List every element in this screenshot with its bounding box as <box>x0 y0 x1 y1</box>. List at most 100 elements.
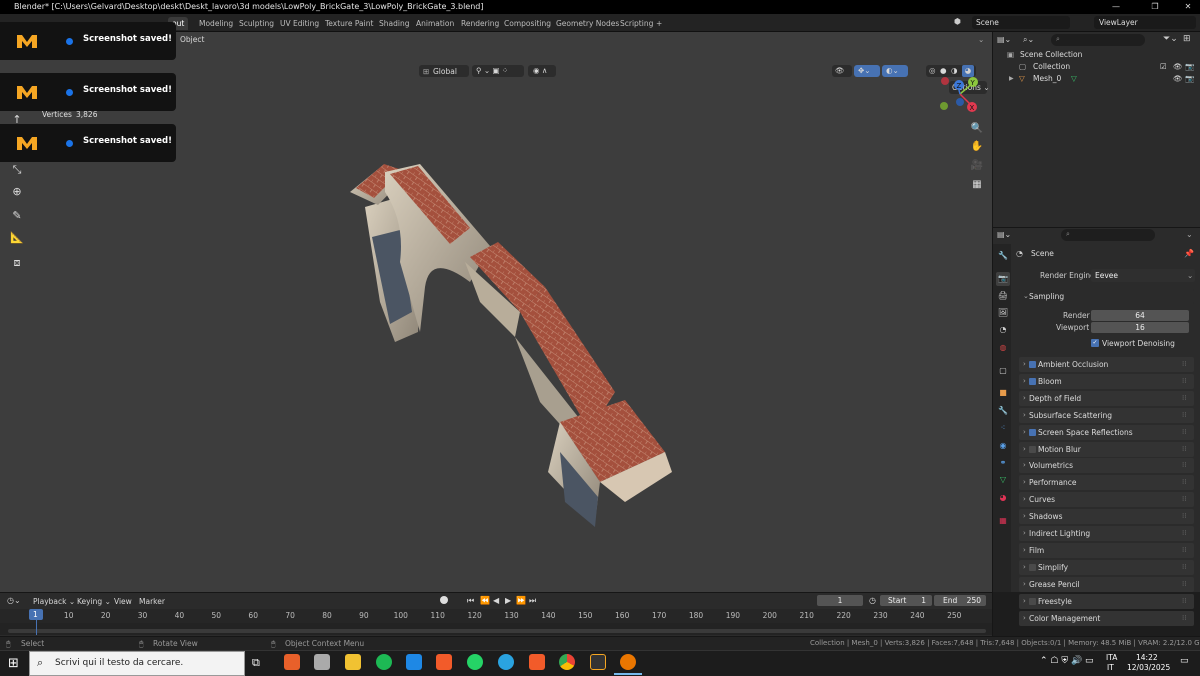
clock-date[interactable]: 12/03/2025 <box>1127 663 1170 672</box>
properties-editor-type-icon[interactable]: ▤⌄ <box>997 230 1021 241</box>
tab-rendering[interactable]: Rendering <box>457 17 503 30</box>
pan-hand-icon[interactable]: ✋ <box>968 138 986 156</box>
new-collection-icon[interactable]: ⊞ <box>1183 34 1191 44</box>
gizmo-toggle[interactable]: ✥⌄ <box>854 65 880 77</box>
tab-shading[interactable]: Shading <box>375 17 413 30</box>
object-menu[interactable]: Object <box>180 35 204 44</box>
eye-icon[interactable]: 👁 <box>1173 73 1183 85</box>
section-checkbox[interactable] <box>1029 445 1036 453</box>
tab-geometry-nodes[interactable]: Geometry Nodes <box>552 17 623 30</box>
language-top[interactable]: ITA <box>1106 653 1117 662</box>
panel-curves[interactable]: › Curves ⁞⁞ <box>1019 492 1194 508</box>
jump-start-icon[interactable]: ⏮ <box>467 596 474 606</box>
drag-handle-icon[interactable]: ⁞⁞ <box>1182 509 1186 524</box>
pin-icon[interactable]: 📌 <box>1184 249 1194 258</box>
clock-time[interactable]: 14:22 <box>1136 653 1158 662</box>
object-tab-icon[interactable]: ■ <box>996 386 1010 400</box>
expand-arrow-icon[interactable]: ▶ <box>1009 73 1014 85</box>
shading-dropdown-icon[interactable]: ⌄ <box>978 35 984 44</box>
drag-handle-icon[interactable]: ⁞⁞ <box>1182 492 1186 507</box>
jump-end-icon[interactable]: ⏭ <box>529 596 536 606</box>
render-tab-icon[interactable]: 📷 <box>996 272 1010 286</box>
outliner-row-scene-collection[interactable]: ▣ Scene Collection <box>995 49 1198 61</box>
world-tab-icon[interactable]: ◍ <box>996 341 1010 355</box>
collection-tab-icon[interactable]: ▢ <box>996 364 1010 378</box>
physics-tab-icon[interactable]: ◉ <box>996 439 1010 453</box>
play-icon[interactable]: ▶ <box>505 596 511 605</box>
render-camera-icon[interactable]: 📷 <box>1185 73 1194 85</box>
telegram-icon[interactable] <box>498 654 514 670</box>
gizmo-neg-x[interactable] <box>941 77 949 85</box>
panel-motion-blur[interactable]: › Motion Blur ⁞⁞ <box>1019 441 1194 457</box>
visibility-dropdown[interactable]: 👁 <box>832 65 852 77</box>
close-window-button[interactable]: ✕ <box>1176 0 1200 14</box>
data-tab-icon[interactable]: ▽ <box>996 473 1010 487</box>
tool-tab-icon[interactable]: 🔧 <box>996 249 1010 263</box>
outliner-row-mesh[interactable]: ▶ ▽ Mesh_0 ▽ 👁 📷 <box>995 73 1198 85</box>
system-tray-icons[interactable]: ⌃ ☖ ⛨ 🔊 ▭ <box>1040 656 1094 666</box>
section-checkbox[interactable] <box>1029 563 1036 571</box>
mail-icon[interactable] <box>406 654 422 670</box>
screenshot-toast[interactable]: Screenshot saved! <box>0 124 176 162</box>
viewport-denoising-checkbox[interactable]: ✓ <box>1091 339 1099 347</box>
timeline-editor-icon[interactable]: ◷⌄ <box>7 596 21 605</box>
panel-volumetrics[interactable]: › Volumetrics ⁞⁞ <box>1019 458 1194 474</box>
jump-keyframe-forward-icon[interactable]: ⏩ <box>516 596 526 605</box>
panel-screen-space-reflections[interactable]: › Screen Space Reflections ⁞⁞ <box>1019 424 1194 440</box>
drag-handle-icon[interactable]: ⁞⁞ <box>1182 425 1186 440</box>
drag-handle-icon[interactable]: ⁞⁞ <box>1182 357 1186 372</box>
screenshot-app-icon[interactable] <box>590 654 606 670</box>
wireframe-shading-icon[interactable]: ◎ <box>929 66 936 75</box>
tab-uv-editing[interactable]: UV Editing <box>276 17 323 30</box>
record-button[interactable] <box>440 596 448 604</box>
section-checkbox[interactable] <box>1029 361 1036 368</box>
view-layer-tab-icon[interactable]: 🖼 <box>996 306 1010 320</box>
drag-handle-icon[interactable]: ⁞⁞ <box>1182 577 1186 592</box>
timeline-scrollbar[interactable] <box>8 629 986 633</box>
tab-animation[interactable]: Animation <box>412 17 458 30</box>
exclude-checkbox-icon[interactable]: ☑ <box>1160 61 1167 73</box>
panel-simplify[interactable]: › Simplify ⁞⁞ <box>1019 559 1194 575</box>
taskbar-app-icon-1[interactable] <box>284 654 300 670</box>
render-engine-dropdown[interactable]: Eevee ⌄ <box>1091 269 1195 282</box>
panel-performance[interactable]: › Performance ⁞⁞ <box>1019 475 1194 491</box>
gizmo-neg-y[interactable] <box>940 102 948 110</box>
preview-range-icon[interactable]: ◷ <box>869 596 876 605</box>
tab-sculpting[interactable]: Sculpting <box>235 17 278 30</box>
outliner-row-collection[interactable]: ▢ Collection ☑ 👁 📷 <box>995 61 1198 73</box>
timeline-keying-menu[interactable]: Keying ⌄ <box>77 597 111 606</box>
drag-handle-icon[interactable]: ⁞⁞ <box>1182 475 1186 490</box>
scene-selector[interactable]: Scene <box>972 16 1070 29</box>
texture-tab-icon[interactable]: ▦ <box>996 514 1010 528</box>
drag-handle-icon[interactable]: ⁞⁞ <box>1182 374 1186 389</box>
panel-shadows[interactable]: › Shadows ⁞⁞ <box>1019 509 1194 525</box>
section-checkbox[interactable] <box>1029 377 1036 385</box>
whatsapp-icon[interactable] <box>467 654 483 670</box>
sampling-panel-header[interactable]: ⌄ Sampling <box>1019 289 1194 304</box>
drag-handle-icon[interactable]: ⁞⁞ <box>1182 594 1186 609</box>
panel-ambient-occlusion[interactable]: › Ambient Occlusion ⁞⁞ <box>1019 357 1194 372</box>
modifier-tab-icon[interactable]: 🔧 <box>996 404 1010 418</box>
zoom-icon[interactable]: 🔍 <box>968 120 986 138</box>
proportional-editing-button[interactable]: ◉ ∧ <box>528 65 556 77</box>
timeline-view-menu[interactable]: View <box>114 597 132 606</box>
transform-orientation-dropdown[interactable]: ⊞ Global <box>419 65 469 77</box>
drag-handle-icon[interactable]: ⁞⁞ <box>1182 526 1186 541</box>
screenshot-toast[interactable]: Screenshot saved! <box>0 22 176 60</box>
minimize-button[interactable]: — <box>1104 0 1128 14</box>
add-workspace-button[interactable]: + <box>652 17 666 30</box>
windows-start-icon[interactable]: ⊞ <box>8 656 19 671</box>
taskbar-search-box[interactable]: ⌕ Scrivi qui il testo da cercare. <box>29 651 245 676</box>
language-bottom[interactable]: IT <box>1107 663 1114 672</box>
tab-texture-paint[interactable]: Texture Paint <box>321 17 377 30</box>
viewport-samples-field[interactable]: 16 <box>1091 322 1189 333</box>
eye-icon[interactable]: 👁 <box>1173 61 1183 73</box>
notification-icon[interactable]: ▭ <box>1180 656 1189 666</box>
scale-tool-icon[interactable]: ⤡ <box>8 161 26 179</box>
end-frame-field[interactable]: End 250 <box>934 595 986 606</box>
display-mode-icon[interactable]: ⌕⌄ <box>1023 35 1045 46</box>
chrome-icon[interactable] <box>559 654 575 670</box>
panel-bloom[interactable]: › Bloom ⁞⁞ <box>1019 373 1194 389</box>
jump-keyframe-back-icon[interactable]: ⏪ <box>480 596 490 605</box>
tab-modeling[interactable]: Modeling <box>195 17 237 30</box>
